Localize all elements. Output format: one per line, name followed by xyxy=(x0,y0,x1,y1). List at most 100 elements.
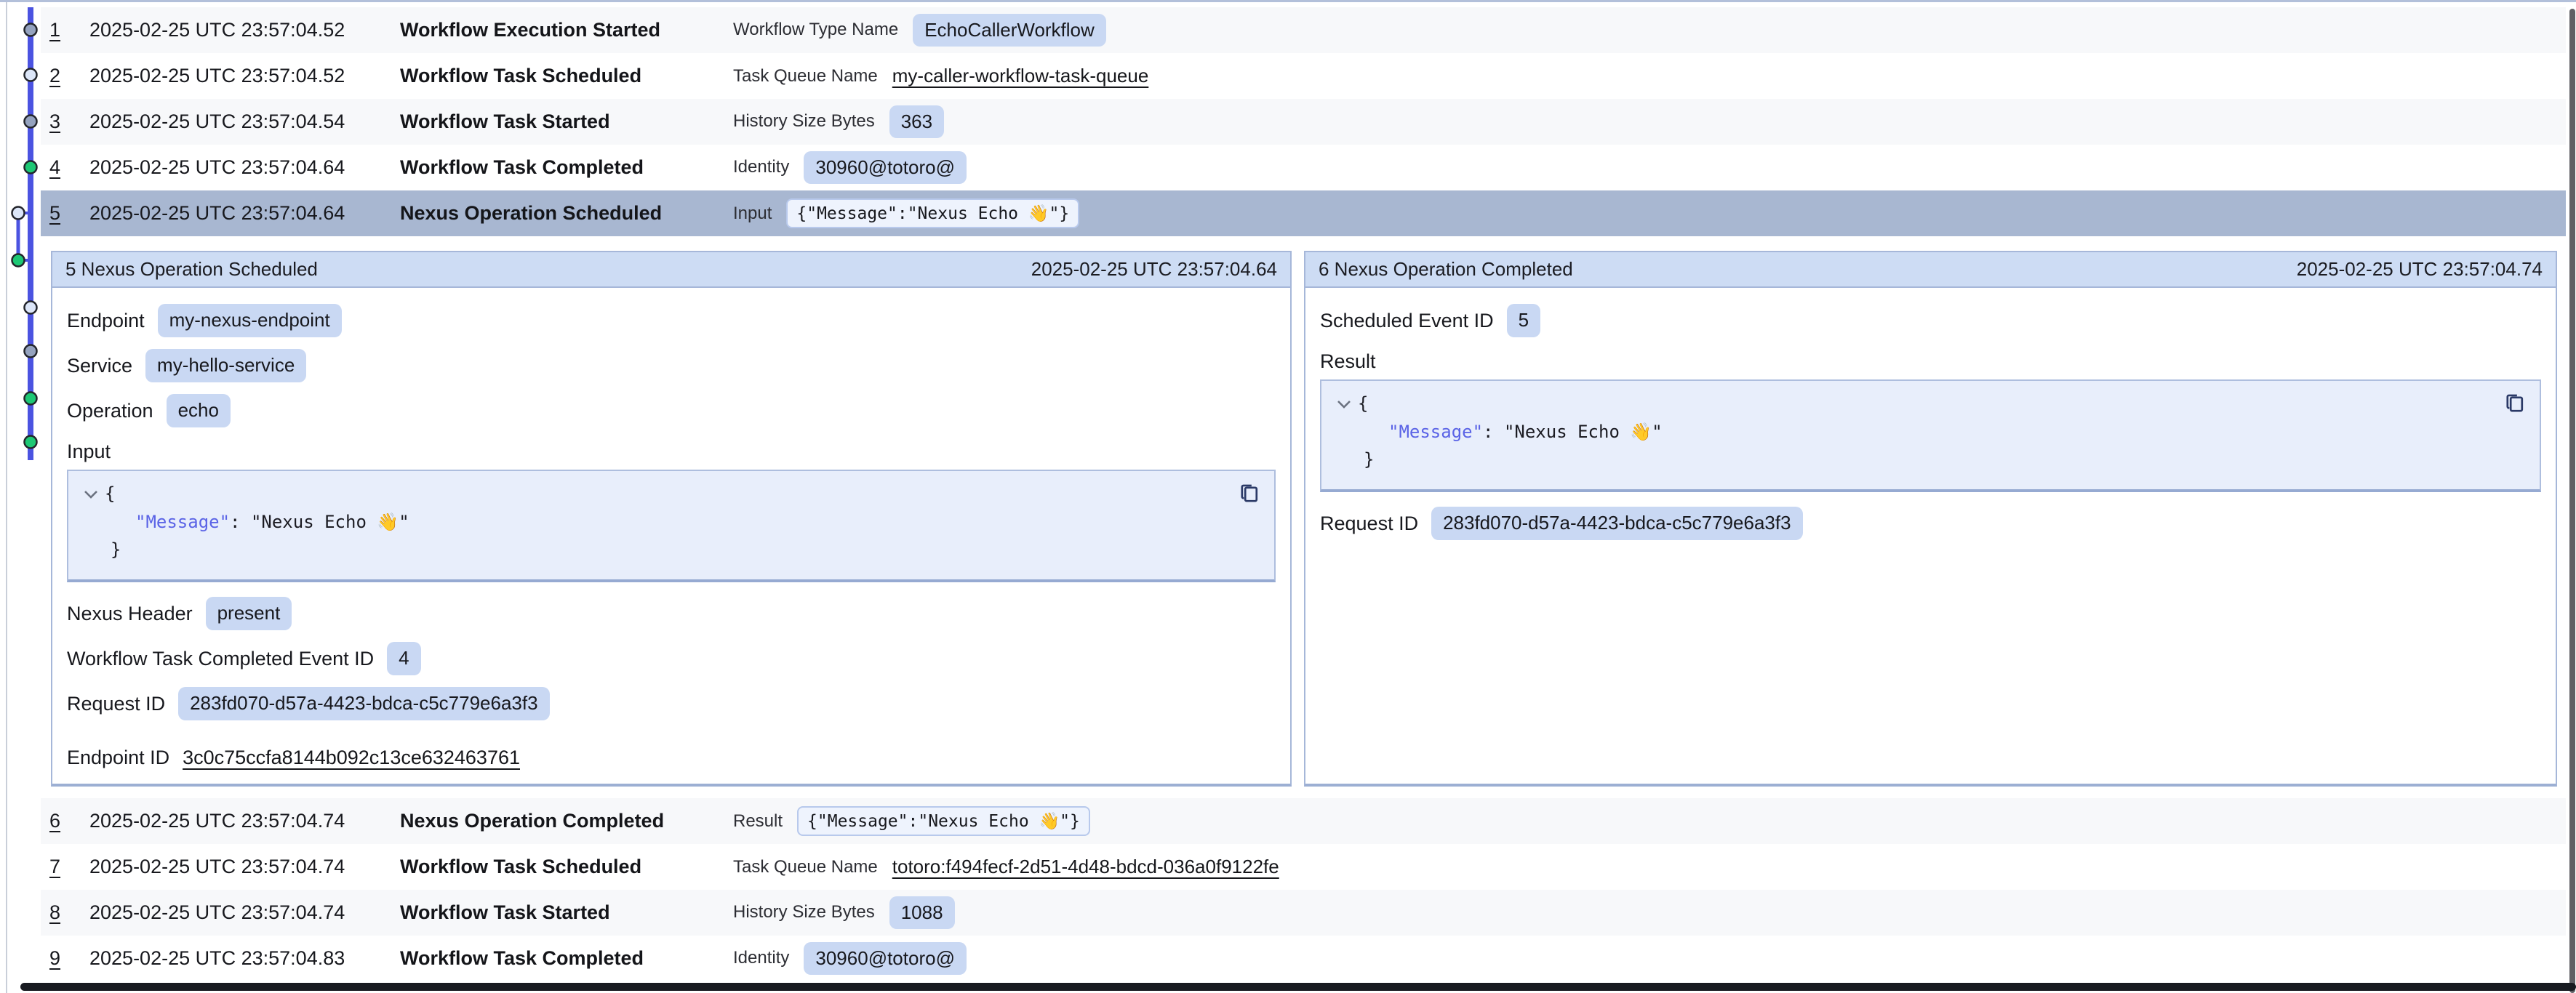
horizontal-scrollbar[interactable] xyxy=(20,983,2576,991)
payload-codeblock: { "Message": "Nexus Echo 👋" } xyxy=(67,470,1276,582)
event-row-3[interactable]: 32025-02-25 UTC 23:57:04.54Workflow Task… xyxy=(41,99,2566,145)
field-value-badge: 283fd070-d57a-4423-bdca-c5c779e6a3f3 xyxy=(1431,507,1803,540)
timeline-node-7-open[interactable] xyxy=(25,302,37,314)
detail-field-operation: Operationecho xyxy=(67,388,1276,433)
summary-value-badge: 30960@totoro@ xyxy=(804,942,967,976)
event-number-link[interactable]: 1 xyxy=(49,19,89,41)
summary-label: Task Queue Name xyxy=(733,857,878,877)
field-label: Request ID xyxy=(1320,512,1418,535)
detail-field-service: Service my-hello-service xyxy=(67,343,1276,388)
summary-label: Identity xyxy=(733,157,789,177)
copy-icon[interactable] xyxy=(2503,391,2528,420)
payload-label: Input xyxy=(67,433,1276,470)
field-label: Service xyxy=(67,355,132,377)
panel-timestamp: 2025-02-25 UTC 23:57:04.64 xyxy=(1031,258,1277,281)
summary-value-badge: EchoCallerWorkflow xyxy=(913,14,1106,47)
event-timestamp: 2025-02-25 UTC 23:57:04.54 xyxy=(89,110,400,133)
event-timestamp: 2025-02-25 UTC 23:57:04.83 xyxy=(89,947,400,970)
event-name: Workflow Task Scheduled xyxy=(400,65,733,87)
summary-value-link[interactable]: totoro:f494fecf-2d51-4d48-bdcd-036a0f912… xyxy=(892,856,1279,878)
field-label: Nexus Header xyxy=(67,603,193,625)
event-number-link[interactable]: 3 xyxy=(49,110,89,133)
timeline-graph xyxy=(0,0,44,509)
json-close-brace: } xyxy=(111,539,121,560)
event-row-7[interactable]: 72025-02-25 UTC 23:57:04.74Workflow Task… xyxy=(41,844,2566,890)
panel-timestamp: 2025-02-25 UTC 23:57:04.74 xyxy=(2297,258,2543,281)
summary-label: Task Queue Name xyxy=(733,66,878,87)
event-number-link[interactable]: 8 xyxy=(49,901,89,924)
summary-label: Result xyxy=(733,811,783,832)
event-timestamp: 2025-02-25 UTC 23:57:04.64 xyxy=(89,156,400,179)
timeline-node-8-neutral[interactable] xyxy=(25,345,37,358)
event-row-9[interactable]: 92025-02-25 UTC 23:57:04.83Workflow Task… xyxy=(41,936,2566,981)
json-open-brace: { xyxy=(1358,393,1368,414)
summary-label: History Size Bytes xyxy=(733,902,875,922)
timeline-node-2-open[interactable] xyxy=(25,69,37,81)
event-name: Workflow Execution Started xyxy=(400,19,733,41)
event-row-2[interactable]: 22025-02-25 UTC 23:57:04.52Workflow Task… xyxy=(41,53,2566,99)
event-number-link[interactable]: 4 xyxy=(49,156,89,179)
event-number-link[interactable]: 2 xyxy=(49,65,89,87)
summary-value-badge: 30960@totoro@ xyxy=(804,151,967,185)
field-value-badge: 4 xyxy=(387,642,420,675)
event-name: Workflow Task Scheduled xyxy=(400,856,733,878)
detail-field-request-id: Request ID283fd070-d57a-4423-bdca-c5c779… xyxy=(67,681,1276,726)
json-value: "Nexus Echo 👋" xyxy=(1504,422,1663,442)
event-row-5[interactable]: 52025-02-25 UTC 23:57:04.64Nexus Operati… xyxy=(41,190,2566,236)
field-value-badge: 283fd070-d57a-4423-bdca-c5c779e6a3f3 xyxy=(178,687,550,720)
timeline-node-1-neutral[interactable] xyxy=(25,24,37,36)
summary-value-badge: 1088 xyxy=(889,896,955,930)
timeline-node-9-success[interactable] xyxy=(25,393,37,405)
event-summary: Task Queue Name totoro:f494fecf-2d51-4d48… xyxy=(733,856,1279,878)
summary-label: Input xyxy=(733,204,772,224)
event-name: Workflow Task Started xyxy=(400,110,733,133)
timeline-node-4-success[interactable] xyxy=(25,161,37,174)
field-label: Endpoint xyxy=(67,310,145,332)
panel-title: 6 Nexus Operation Completed xyxy=(1319,258,1573,281)
panel-fields: Nexus HeaderpresentWorkflow Task Complet… xyxy=(67,591,1276,780)
timeline-node-3-neutral[interactable] xyxy=(25,116,37,128)
event-number-link[interactable]: 9 xyxy=(49,947,89,970)
panel-fields: Request ID 283fd070-d57a-4423-bdca-c5c779… xyxy=(1320,501,2541,546)
collapse-chevron-icon[interactable] xyxy=(1336,390,1358,418)
event-detail-panel-completed: 6 Nexus Operation Completed 2025-02-25 U… xyxy=(1304,251,2557,787)
summary-value-link[interactable]: my-caller-workflow-task-queue xyxy=(892,65,1149,87)
field-label: Operation xyxy=(67,400,153,422)
timeline-node-10-success[interactable] xyxy=(25,436,37,449)
event-summary: Task Queue Name my-caller-workflow-task-q… xyxy=(733,65,1148,87)
json-key: "Message" xyxy=(1388,422,1483,442)
event-row-8[interactable]: 82025-02-25 UTC 23:57:04.74Workflow Task… xyxy=(41,890,2566,936)
copy-icon[interactable] xyxy=(1238,481,1263,510)
timeline-node-6-success-branch[interactable] xyxy=(12,254,25,267)
event-timestamp: 2025-02-25 UTC 23:57:04.64 xyxy=(89,202,400,225)
vertical-scrollbar[interactable] xyxy=(2569,9,2575,993)
event-summary: Workflow Type NameEchoCallerWorkflow xyxy=(733,14,1106,47)
event-timestamp: 2025-02-25 UTC 23:57:04.52 xyxy=(89,19,400,41)
event-row-6[interactable]: 62025-02-25 UTC 23:57:04.74Nexus Operati… xyxy=(41,798,2566,844)
event-number-link[interactable]: 6 xyxy=(49,810,89,832)
summary-json-badge: {"Message":"Nexus Echo 👋"} xyxy=(797,806,1090,836)
event-row-4[interactable]: 42025-02-25 UTC 23:57:04.64Workflow Task… xyxy=(41,145,2566,190)
summary-value-badge: 363 xyxy=(889,105,944,139)
event-summary: Identity 30960@totoro@ xyxy=(733,151,967,185)
workflow-event-history-view: 12025-02-25 UTC 23:57:04.52Workflow Exec… xyxy=(0,0,2576,993)
collapse-chevron-icon[interactable] xyxy=(83,481,105,508)
json-value: "Nexus Echo 👋" xyxy=(251,512,409,532)
panel-fields: Scheduled Event ID5 xyxy=(1320,298,2541,343)
event-summary: Input{"Message":"Nexus Echo 👋"} xyxy=(733,198,1079,228)
field-value-link[interactable]: 3c0c75ccfa8144b092c13ce632463761 xyxy=(183,747,520,769)
event-row-1[interactable]: 12025-02-25 UTC 23:57:04.52Workflow Exec… xyxy=(41,7,2566,53)
timeline-node-5-open-branch[interactable] xyxy=(12,207,25,220)
payload-label: Result xyxy=(1320,343,2541,379)
detail-field-workflow-task-completed-event-id: Workflow Task Completed Event ID4 xyxy=(67,636,1276,681)
event-number-link[interactable]: 7 xyxy=(49,856,89,878)
json-open-brace: { xyxy=(105,483,115,504)
field-value-badge: my-hello-service xyxy=(145,349,306,382)
detail-field-nexus-header: Nexus Headerpresent xyxy=(67,591,1276,636)
json-key: "Message" xyxy=(135,512,230,532)
detail-field-scheduled-event-id: Scheduled Event ID5 xyxy=(1320,298,2541,343)
event-timestamp: 2025-02-25 UTC 23:57:04.74 xyxy=(89,810,400,832)
event-summary: Identity30960@totoro@ xyxy=(733,942,967,976)
event-number-link[interactable]: 5 xyxy=(49,202,89,225)
event-timestamp: 2025-02-25 UTC 23:57:04.74 xyxy=(89,856,400,878)
